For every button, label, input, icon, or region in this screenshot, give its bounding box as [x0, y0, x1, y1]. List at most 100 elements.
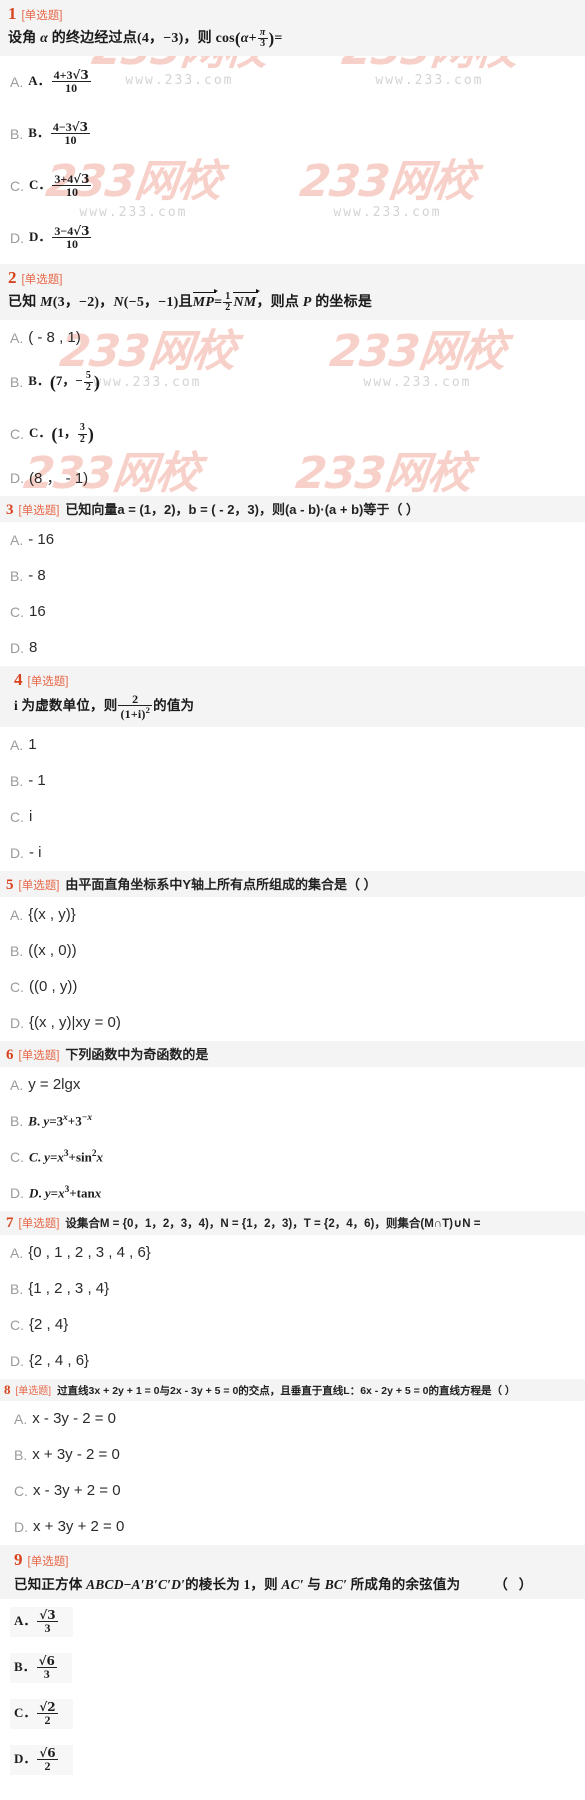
question-block: 8 [单选题] 过直线3x + 2y + 1 = 0与2x - 3y + 5 = 0… — [0, 1378, 585, 1545]
option-text: x - 3y + 2 = 0 — [33, 1482, 121, 1500]
option-text: ((x , 0)) — [28, 942, 77, 960]
option-text: x + 3y + 2 = 0 — [33, 1518, 125, 1536]
option-label: C. — [10, 808, 24, 825]
option-text: - i — [29, 844, 42, 862]
option-text: D． √6 2 — [14, 1745, 58, 1774]
question-stem: 下列函数中为奇函数的是 — [65, 1046, 209, 1062]
question-block: 1 [单选题] 设角 α 的终边经过点(4，−3)，则 cos(α+ π 3)= A.… — [0, 0, 585, 264]
option-text: {2 , 4} — [29, 1316, 69, 1334]
option-row[interactable]: C. x - 3y + 2 = 0 — [0, 1473, 585, 1509]
option-label: B. — [10, 373, 24, 390]
question-type-badge: [单选题] — [27, 675, 69, 688]
option-image: C． √2 2 — [10, 1698, 73, 1729]
option-row[interactable]: C. i — [0, 799, 585, 835]
exam-paper-page: 233网校www.233.com 233网校www.233.com 233网校w… — [0, 0, 585, 1800]
option-label: D. — [10, 1184, 24, 1201]
option-label: B. — [10, 1112, 24, 1129]
option-row[interactable]: D. {2 , 4 , 6} — [0, 1343, 585, 1379]
option-image: A． √3 3 — [10, 1606, 73, 1637]
option-row[interactable]: D． √6 2 — [0, 1737, 585, 1783]
option-row[interactable]: C． √2 2 — [0, 1691, 585, 1737]
option-row[interactable]: D. - i — [0, 835, 585, 871]
option-label: B. — [10, 942, 24, 959]
question-type-badge: [单选题] — [18, 1217, 60, 1230]
option-row[interactable]: A. {0 , 1 , 2 , 3 , 4 , 6} — [0, 1235, 585, 1271]
option-row[interactable]: A. A． 4+3√3 10 — [0, 56, 585, 108]
option-text: B． 4−3√3 10 — [28, 119, 90, 148]
option-label: C. — [14, 1482, 28, 1499]
option-row[interactable]: B. x + 3y - 2 = 0 — [0, 1437, 585, 1473]
option-text: ( - 8 , 1) — [28, 329, 81, 347]
question-header: 2 [单选题] 已知 M(3，−2)，N(−5，−1)且MP = 1 2 NM ，则点 P … — [0, 263, 585, 320]
question-type-badge: [单选题] — [18, 879, 60, 892]
question-number: 4 — [14, 669, 23, 689]
question-block: 6 [单选题] 下列函数中为奇函数的是 A. y = 2lgx B. B. y=3x+3… — [0, 1040, 585, 1211]
option-label: D. — [10, 1352, 24, 1369]
option-row[interactable]: C. C．(1， 3 2) — [0, 408, 585, 460]
option-row[interactable]: D. {(x , y)|xy = 0) — [0, 1005, 585, 1041]
option-label: C. — [10, 603, 24, 620]
option-row[interactable]: B. - 1 — [0, 763, 585, 799]
option-text: - 16 — [28, 531, 55, 549]
question-block: 9 [单选题] 已知正方体 ABCD−A′B′C′D′的棱长为 1，则 AC′ 与… — [0, 1544, 585, 1783]
option-text: B. y=3x+3−x — [28, 1112, 93, 1128]
option-row[interactable]: C. ((0 , y)) — [0, 969, 585, 1005]
question-type-badge: [单选题] — [15, 1385, 52, 1397]
option-row[interactable]: A. x - 3y - 2 = 0 — [0, 1401, 585, 1437]
option-row[interactable]: B. B. y=3x+3−x — [0, 1103, 585, 1139]
option-text: y = 2lgx — [28, 1076, 81, 1094]
option-text: {0 , 1 , 2 , 3 , 4 , 6} — [28, 1244, 151, 1262]
option-row[interactable]: C. C. y=x3+sin2x — [0, 1139, 585, 1175]
option-row[interactable]: B. B．(7，− 5 2) — [0, 356, 585, 408]
option-label: B. — [10, 772, 24, 789]
option-row[interactable]: B. B． 4−3√3 10 — [0, 108, 585, 160]
question-stem: 已知正方体 ABCD−A′B′C′D′的棱长为 1，则 AC′ 与 BC′ 所成… — [14, 1576, 533, 1592]
option-row[interactable]: C. {2 , 4} — [0, 1307, 585, 1343]
option-text: 1 — [28, 736, 37, 754]
option-row[interactable]: A.( - 8 , 1) — [0, 320, 585, 356]
option-row[interactable]: B. - 8 — [0, 558, 585, 594]
option-row[interactable]: C. 16 — [0, 594, 585, 630]
option-row[interactable]: B. ((x , 0)) — [0, 933, 585, 969]
option-row[interactable]: D. x + 3y + 2 = 0 — [0, 1509, 585, 1545]
option-text: ((0 , y)) — [29, 978, 78, 996]
option-row[interactable]: D. (8 ， - 1) — [0, 460, 585, 496]
option-text: D. y=x3+tanx — [29, 1184, 102, 1200]
option-label: C. — [10, 1148, 24, 1165]
option-row[interactable]: D. 8 — [0, 630, 585, 666]
option-label: A. — [10, 906, 24, 923]
question-number: 6 — [6, 1046, 14, 1063]
option-label: B. — [14, 1446, 28, 1463]
option-label: B. — [10, 567, 24, 584]
option-label: A. — [10, 329, 24, 346]
option-row[interactable]: A. - 16 — [0, 522, 585, 558]
option-label: A. — [14, 1410, 28, 1427]
option-row[interactable]: A. {(x , y)} — [0, 897, 585, 933]
option-row[interactable]: B． √6 3 — [0, 1645, 585, 1691]
option-label: C. — [10, 1316, 24, 1333]
question-type-badge: [单选题] — [21, 10, 63, 22]
option-row[interactable]: A． √3 3 — [0, 1599, 585, 1645]
option-row[interactable]: A. 1 — [0, 727, 585, 763]
option-row[interactable]: C. C． 3+4√3 10 — [0, 160, 585, 212]
question-stem: 由平面直角坐标系中Y轴上所有点所组成的集合是（ ） — [65, 876, 377, 892]
option-row[interactable]: D. D． 3−4√3 10 — [0, 212, 585, 264]
option-text: x + 3y - 2 = 0 — [32, 1446, 120, 1464]
option-text: x - 3y - 2 = 0 — [32, 1410, 117, 1428]
question-type-badge: [单选题] — [18, 1049, 60, 1062]
option-image: D． √6 2 — [10, 1744, 73, 1775]
option-text: A． 4+3√3 10 — [28, 67, 91, 96]
option-label: A. — [10, 73, 24, 90]
option-row[interactable]: A. y = 2lgx — [0, 1067, 585, 1103]
option-text: C． √2 2 — [14, 1699, 58, 1728]
question-stem: 设角 α 的终边经过点(4，−3)，则 cos(α+ π 3)= — [8, 26, 283, 50]
option-text: A． √3 3 — [14, 1607, 58, 1636]
option-row[interactable]: B. {1 , 2 , 3 , 4} — [0, 1271, 585, 1307]
question-number: 3 — [6, 501, 14, 518]
option-row[interactable]: D. D. y=x3+tanx — [0, 1175, 585, 1211]
option-text: (8 ， - 1) — [29, 470, 89, 488]
option-label: B. — [10, 1280, 24, 1297]
question-block: 5 [单选题] 由平面直角坐标系中Y轴上所有点所组成的集合是（ ） A. {(x , … — [0, 870, 585, 1041]
question-type-badge: [单选题] — [18, 504, 60, 517]
option-label: D. — [10, 844, 24, 861]
